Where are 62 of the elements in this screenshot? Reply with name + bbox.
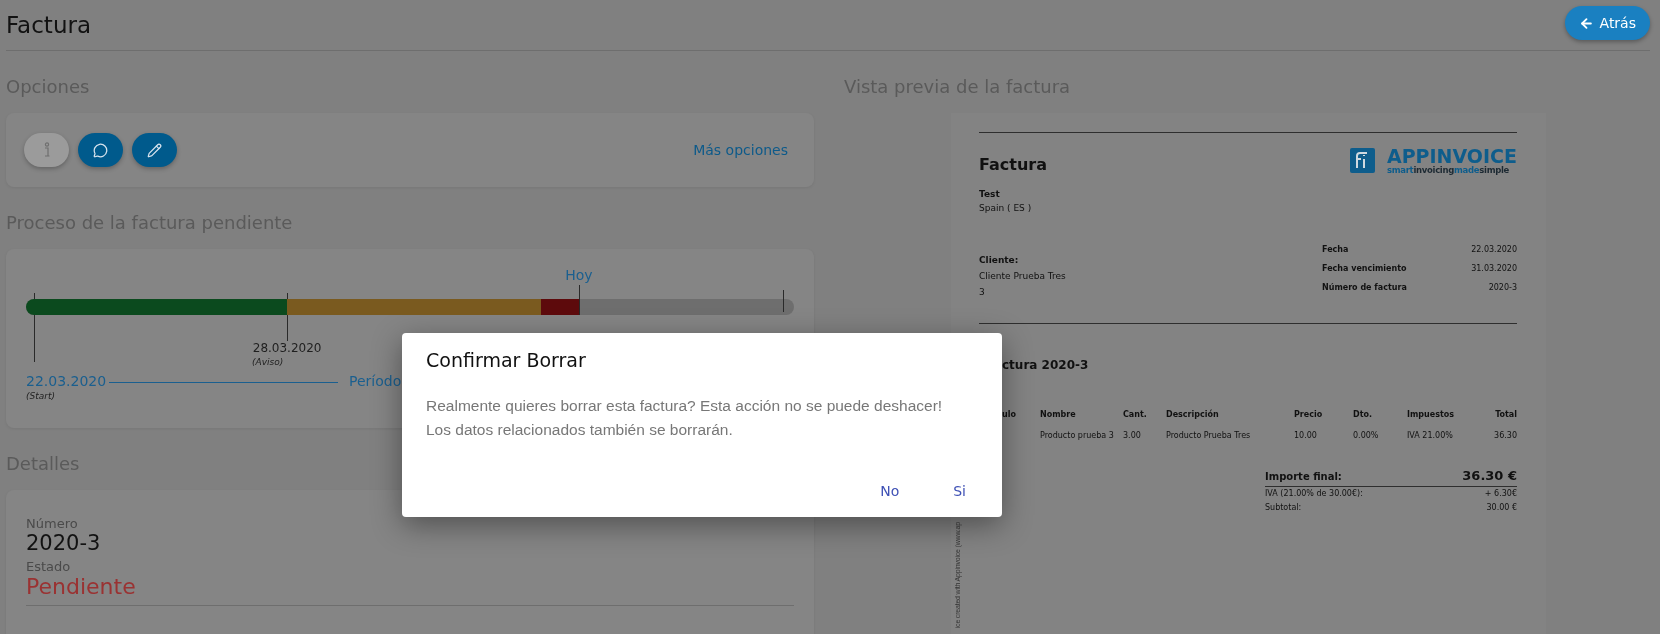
warning-tick bbox=[287, 293, 289, 341]
start-note: (Start) bbox=[26, 391, 55, 401]
status-value: Pendiente bbox=[26, 574, 137, 599]
invoice-title: Factura bbox=[979, 155, 1047, 174]
comment-button[interactable] bbox=[78, 133, 123, 167]
column-header: Impuestos bbox=[1407, 409, 1455, 419]
cancel-button[interactable]: No bbox=[874, 479, 906, 503]
table-cell-text: Producto Prueba Tres bbox=[1166, 430, 1252, 440]
column-header: ulo bbox=[1002, 409, 1017, 419]
end-tick bbox=[783, 290, 784, 312]
period-label: Período bbox=[349, 373, 402, 389]
meta-value: 31.03.2020 bbox=[1470, 263, 1517, 275]
back-button[interactable]: Atrás bbox=[1564, 6, 1650, 40]
summary-label: IVA (21.00% de 30.00€): bbox=[1265, 488, 1363, 498]
field-label: Estado bbox=[26, 559, 72, 574]
page-title: Factura bbox=[6, 12, 91, 38]
column-header: Dto. bbox=[1353, 409, 1373, 419]
pencil-icon bbox=[147, 142, 162, 158]
dialog-title: Confirmar Borrar bbox=[426, 349, 587, 371]
table-cell-text: Producto prueba 3 bbox=[1040, 430, 1115, 440]
summary-label: Subtotal: bbox=[1265, 502, 1302, 512]
dialog-message: Realmente quieres borrar esta factura? Esta acción no se puede deshacer! Los datos relacionados también se borrarán. bbox=[426, 396, 944, 440]
meta-value: 22.03.2020 bbox=[1470, 244, 1517, 256]
speech-bubble-icon bbox=[93, 142, 108, 158]
sender-name: Test bbox=[979, 188, 1001, 199]
client-line: Cliente Prueba Tres bbox=[979, 270, 1066, 281]
info-icon bbox=[42, 142, 51, 158]
table-cell-text: 0.00% bbox=[1353, 430, 1380, 440]
column-header: Nombre bbox=[1040, 409, 1077, 419]
start-date: 22.03.2020 bbox=[26, 373, 107, 389]
invoice-subtitle: ctura 2020-3 bbox=[1001, 356, 1090, 372]
logo-icon bbox=[1349, 148, 1375, 174]
column-header: Cant. bbox=[1123, 409, 1148, 419]
field-value: 2020-3 bbox=[26, 531, 102, 555]
summary-value: + 6.30€ bbox=[1484, 488, 1517, 498]
meta-value: 2020-3 bbox=[1487, 282, 1517, 294]
confirm-button[interactable]: Si bbox=[947, 479, 972, 503]
today-label: Hoy bbox=[565, 267, 593, 283]
client-label: Cliente: bbox=[979, 254, 1020, 265]
start-tick bbox=[34, 293, 35, 362]
summary-value: 30.00 € bbox=[1486, 502, 1517, 512]
table-cell-text: IVA 21.00% bbox=[1407, 430, 1454, 440]
table-cell-text: 36.30 bbox=[1493, 430, 1517, 440]
total-value: 36.30 € bbox=[1462, 467, 1517, 483]
meta-label: Fecha vencimiento bbox=[1322, 263, 1408, 275]
meta-label: Número de factura bbox=[1322, 282, 1408, 294]
column-header: Descripción bbox=[1166, 409, 1220, 419]
warning-date: 28.03.2020 bbox=[252, 341, 322, 355]
logo-name: APPINVOICE bbox=[1386, 147, 1517, 166]
table-cell-text: 10.00 bbox=[1294, 430, 1318, 440]
table-cell-text: 3.00 bbox=[1123, 430, 1142, 440]
client-line: 3 bbox=[979, 286, 986, 297]
meta-label: Fecha bbox=[1322, 244, 1350, 256]
warning-note: (Aviso) bbox=[252, 357, 284, 367]
field-label: Número bbox=[26, 516, 79, 531]
sender-country: Spain ( ES ) bbox=[979, 202, 1033, 213]
logo-tagline: smartinvoicingmadesimple bbox=[1386, 166, 1511, 175]
today-tick bbox=[578, 285, 580, 315]
column-header: Total bbox=[1494, 409, 1517, 419]
edit-button[interactable] bbox=[132, 133, 177, 167]
total-label: Importe final: bbox=[1265, 470, 1342, 482]
column-header: Precio bbox=[1294, 409, 1324, 419]
